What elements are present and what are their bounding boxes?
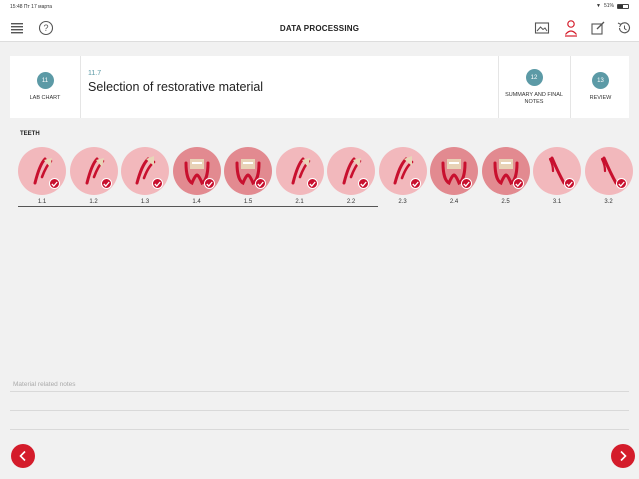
tooth-icon	[275, 147, 324, 195]
tooth-item[interactable]: 1.4	[172, 147, 221, 211]
tooth-icon	[481, 147, 530, 195]
check-icon	[564, 178, 575, 189]
tooth-number: 2.4	[449, 199, 459, 205]
check-icon	[461, 178, 472, 189]
previous-button[interactable]	[11, 444, 35, 468]
tooth-item[interactable]: 1.2	[69, 147, 118, 211]
battery-percent: 51%	[603, 3, 614, 9]
current-step: 11.7 Selection of restorative material	[88, 70, 263, 94]
tooth-number: 2.1	[295, 199, 304, 205]
tooth-item[interactable]: 2.2	[327, 147, 375, 211]
check-icon	[255, 178, 266, 189]
tooth-number: 1.5	[243, 199, 253, 205]
divider	[80, 56, 81, 118]
current-step-number: 11.7	[88, 70, 102, 77]
next-button[interactable]	[611, 444, 635, 468]
check-icon	[358, 178, 369, 189]
tooth-number: 3.2	[604, 199, 613, 205]
check-icon	[203, 178, 215, 189]
tooth-number: 2.5	[501, 199, 510, 205]
teeth-underline	[18, 206, 378, 207]
teeth-list: 1.1 1.2 1.3 1.4 1.5 2.1 2.2 2.3 2.4 2.5 3.1 3.2	[18, 147, 639, 211]
notes-line	[10, 429, 629, 430]
tooth-item[interactable]: 2.5	[481, 147, 530, 211]
tooth-item[interactable]: 1.5	[224, 147, 272, 211]
step-number: 11	[36, 72, 54, 90]
tooth-number: 1.1	[37, 199, 47, 205]
tooth-number: 2.2	[346, 199, 356, 205]
check-icon	[306, 178, 318, 189]
notes-line	[10, 410, 629, 411]
step-number: 13	[592, 72, 609, 90]
status-time: 15:48 Пт 17 марта	[10, 4, 53, 10]
check-icon	[615, 178, 627, 189]
history-icon[interactable]	[614, 18, 634, 38]
check-icon	[152, 178, 163, 189]
tooth-icon	[430, 147, 478, 195]
tooth-number: 1.4	[192, 199, 201, 205]
chevron-left-icon	[19, 450, 26, 462]
divider	[498, 56, 499, 118]
step-header: 11 LAB CHART 11.7 Selection of restorati…	[10, 56, 629, 118]
tooth-number: 3.1	[552, 199, 562, 205]
tooth-icon	[327, 147, 375, 195]
step-review[interactable]: 13 REVIEW	[572, 56, 629, 118]
battery-icon	[617, 3, 629, 9]
tooth-number: 2.3	[398, 199, 407, 205]
image-icon[interactable]	[532, 18, 552, 38]
tooth-number: 1.3	[140, 199, 150, 205]
step-label: LAB CHART	[29, 95, 61, 102]
step-label: SUMMARY AND FINAL NOTES	[505, 92, 563, 105]
wifi-icon: ▼	[596, 3, 601, 9]
teeth-section-label: TEETH	[20, 131, 40, 137]
tooth-item[interactable]: 3.2	[584, 147, 633, 211]
notes-input[interactable]: Material related notes	[13, 381, 76, 388]
tooth-item[interactable]: 1.1	[18, 147, 66, 211]
tooth-item[interactable]: 3.1	[533, 147, 581, 211]
person-icon[interactable]	[561, 18, 581, 38]
tooth-item[interactable]: 2.4	[430, 147, 478, 211]
step-number: 12	[525, 69, 543, 86]
status-bar: 15:48 Пт 17 марта ▼ 51%	[0, 0, 639, 14]
current-step-title: Selection of restorative material	[88, 80, 264, 94]
tooth-icon	[224, 147, 272, 195]
check-icon	[512, 178, 524, 189]
tooth-icon	[18, 147, 66, 195]
tooth-icon	[121, 147, 169, 195]
tooth-icon	[172, 147, 221, 195]
check-icon	[409, 178, 421, 189]
tooth-item[interactable]: 2.1	[275, 147, 324, 211]
check-icon	[100, 178, 112, 189]
step-label: REVIEW	[589, 95, 612, 102]
edit-icon[interactable]	[588, 18, 608, 38]
step-lab-chart[interactable]: 11 LAB CHART	[10, 56, 80, 118]
check-icon	[49, 178, 60, 189]
step-summary[interactable]: 12 SUMMARY AND FINAL NOTES	[500, 56, 568, 118]
tooth-icon	[69, 147, 118, 195]
tooth-icon	[533, 147, 581, 195]
tooth-icon	[584, 147, 633, 195]
tooth-item[interactable]: 2.3	[378, 147, 427, 211]
notes-line	[10, 391, 629, 392]
chevron-right-icon	[620, 450, 627, 462]
divider	[570, 56, 571, 118]
tooth-number: 1.2	[89, 199, 98, 205]
tooth-icon	[378, 147, 427, 195]
navigation-bar: ? DATA PROCESSING	[0, 14, 639, 42]
tooth-item[interactable]: 1.3	[121, 147, 169, 211]
